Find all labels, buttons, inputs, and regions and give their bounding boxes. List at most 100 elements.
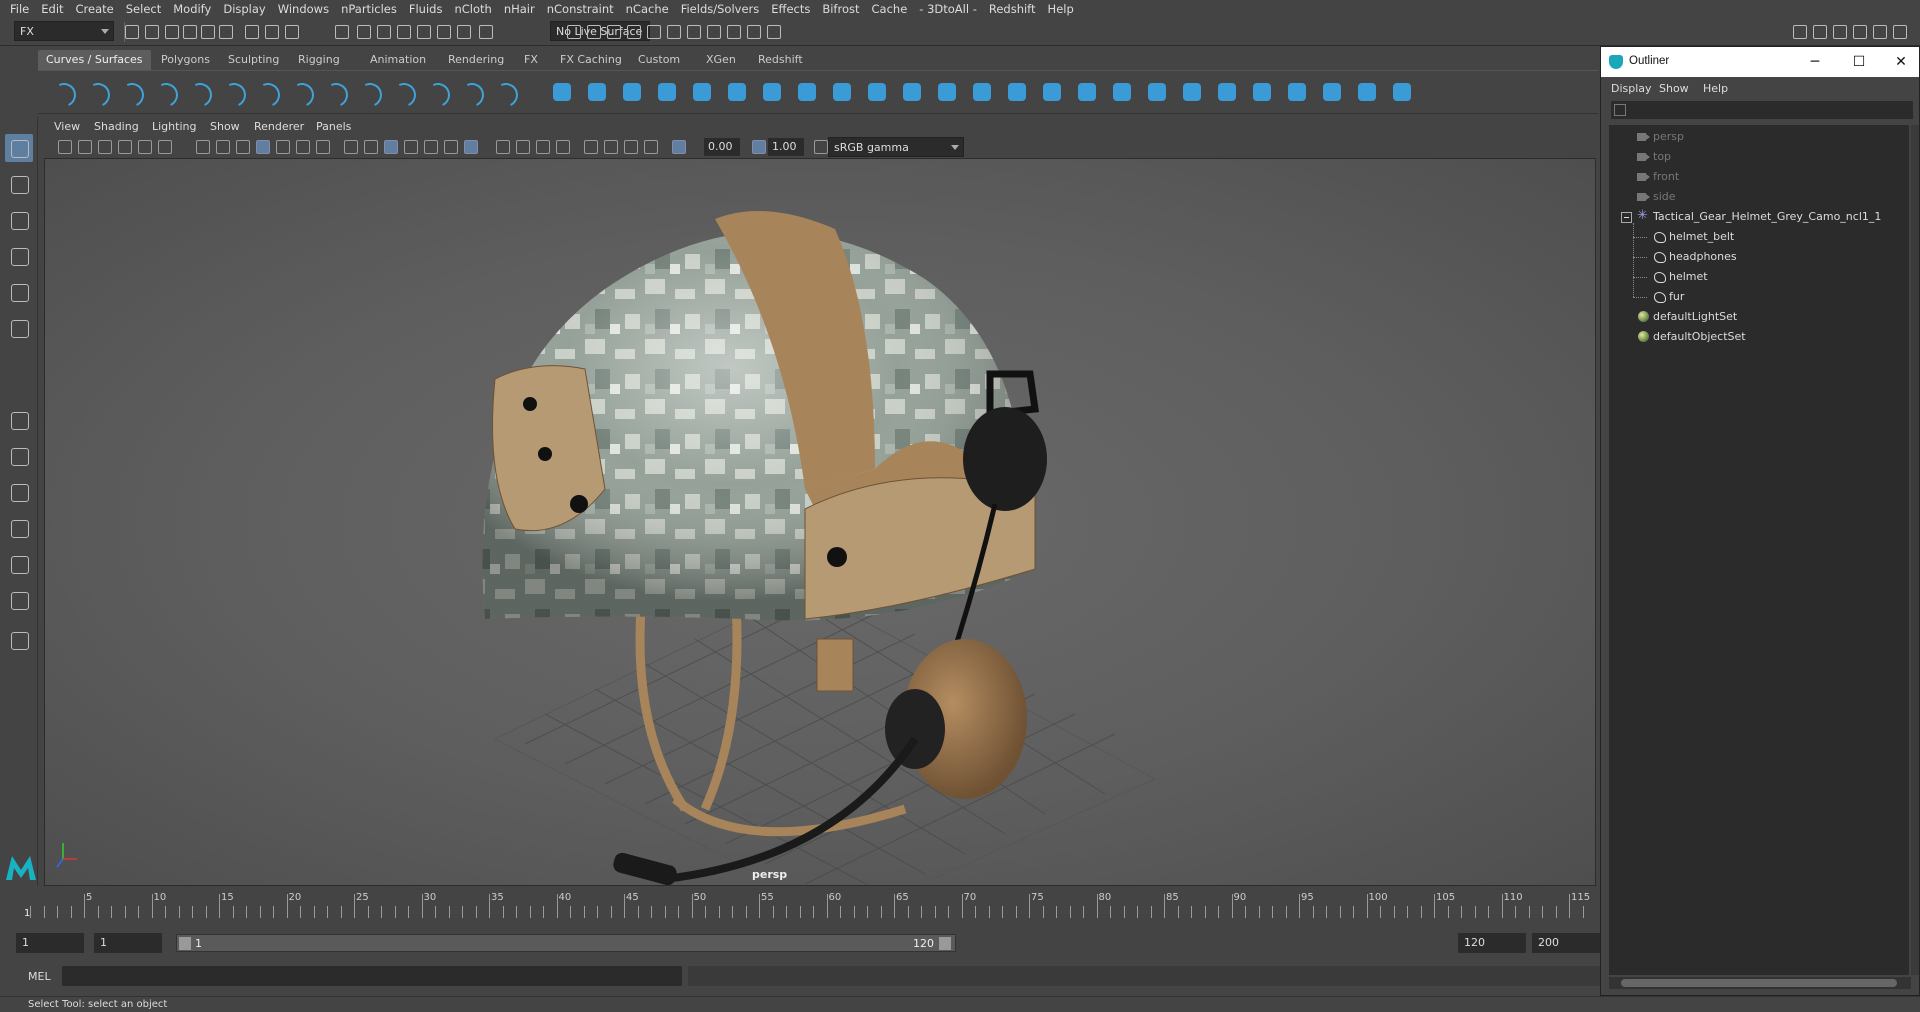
- nurbs-surface-tool-icon[interactable]: [1108, 80, 1136, 106]
- viewport-toggle-icon[interactable]: [256, 140, 270, 154]
- history-toggle-icon[interactable]: [476, 22, 494, 40]
- outliner-item-defaultobjectset[interactable]: defaultObjectSet: [1609, 327, 1909, 347]
- viewport-toggle-icon[interactable]: [78, 140, 92, 154]
- nurbs-curve-tool-icon[interactable]: [422, 80, 450, 106]
- nurbs-surface-tool-icon[interactable]: [688, 80, 716, 106]
- nurbs-surface-tool-icon[interactable]: [618, 80, 646, 106]
- viewport-toggle-icon[interactable]: [624, 140, 638, 154]
- nurbs-curve-tool-icon[interactable]: [320, 80, 348, 106]
- menu-item-ncache[interactable]: nCache: [620, 2, 675, 16]
- history-icon[interactable]: [216, 22, 234, 40]
- viewport-toggle-icon[interactable]: [814, 140, 828, 154]
- save-scene-icon[interactable]: [162, 22, 180, 40]
- snap-edge-icon[interactable]: [454, 22, 472, 40]
- viewport-toggle-icon[interactable]: [444, 140, 458, 154]
- nurbs-surface-tool-icon[interactable]: [1038, 80, 1066, 106]
- panel-menu-lighting[interactable]: Lighting: [152, 120, 196, 133]
- paint-select-tool-icon[interactable]: [5, 206, 33, 234]
- menu-item-fields-solvers[interactable]: Fields/Solvers: [675, 2, 766, 16]
- menu-item-edit[interactable]: Edit: [35, 2, 69, 16]
- playback-icon[interactable]: [764, 22, 782, 40]
- ipr-render-icon[interactable]: [644, 22, 662, 40]
- shelf-tab-curves-surfaces[interactable]: Curves / Surfaces: [38, 50, 151, 70]
- hypershade-layout-icon[interactable]: [5, 586, 33, 614]
- nurbs-surface-tool-icon[interactable]: [1353, 80, 1381, 106]
- menu-item-cache[interactable]: Cache: [866, 2, 914, 16]
- close-icon[interactable]: ✕: [1881, 51, 1920, 73]
- outliner-vertical-scrollbar[interactable]: [1911, 125, 1919, 975]
- nurbs-surface-tool-icon[interactable]: [1283, 80, 1311, 106]
- scrollbar-thumb[interactable]: [1621, 979, 1897, 987]
- viewport-toggle-icon[interactable]: [344, 140, 358, 154]
- range-end-handle[interactable]: [939, 937, 951, 950]
- viewport-toggle-icon[interactable]: [58, 140, 72, 154]
- viewport-toggle-icon[interactable]: [98, 140, 112, 154]
- nurbs-curve-tool-icon[interactable]: [388, 80, 416, 106]
- menu-item-ncloth[interactable]: nCloth: [448, 2, 497, 16]
- move-tool-icon[interactable]: [5, 242, 33, 270]
- shelf-tab-sculpting[interactable]: Sculpting: [220, 50, 287, 70]
- show-modeling-icon[interactable]: [1790, 22, 1808, 40]
- menu-item-create[interactable]: Create: [70, 2, 120, 16]
- animation-end-field[interactable]: 200: [1532, 933, 1600, 953]
- outliner-item-helmet-belt[interactable]: helmet_belt: [1609, 227, 1909, 247]
- snap-surface-icon[interactable]: [414, 22, 432, 40]
- viewport-toggle-icon[interactable]: [316, 140, 330, 154]
- menu-set-dropdown[interactable]: FX: [14, 21, 114, 41]
- outliner-item-helmet[interactable]: helmet: [1609, 267, 1909, 287]
- nurbs-surface-tool-icon[interactable]: [1318, 80, 1346, 106]
- script-language-label[interactable]: MEL: [28, 970, 51, 983]
- nurbs-surface-tool-icon[interactable]: [1248, 80, 1276, 106]
- nurbs-curve-tool-icon[interactable]: [150, 80, 178, 106]
- viewport-toggle-icon[interactable]: [644, 140, 658, 154]
- shelf-tab-animation[interactable]: Animation: [362, 50, 434, 70]
- nurbs-curve-tool-icon[interactable]: [252, 80, 280, 106]
- nurbs-surface-tool-icon[interactable]: [1003, 80, 1031, 106]
- shelf-tab-rendering[interactable]: Rendering: [440, 50, 512, 70]
- range-start-handle[interactable]: [179, 937, 191, 950]
- outliner-item-camera-front[interactable]: front: [1609, 167, 1909, 187]
- shelf-tab-polygons[interactable]: Polygons: [153, 50, 218, 70]
- viewport-toggle-icon[interactable]: [604, 140, 618, 154]
- viewport-toggle-icon[interactable]: [158, 140, 172, 154]
- nurbs-curve-tool-icon[interactable]: [116, 80, 144, 106]
- nurbs-surface-tool-icon[interactable]: [723, 80, 751, 106]
- show-channel-icon[interactable]: [1830, 22, 1848, 40]
- menu-item-nhair[interactable]: nHair: [498, 2, 541, 16]
- nurbs-curve-tool-icon[interactable]: [456, 80, 484, 106]
- shelf-tab-custom[interactable]: Custom: [630, 50, 688, 70]
- rotate-tool-icon[interactable]: [5, 278, 33, 306]
- snap-live-icon[interactable]: [434, 22, 452, 40]
- viewport-toggle-icon[interactable]: [236, 140, 250, 154]
- layout-options-icon[interactable]: [5, 626, 33, 654]
- snap-view-icon[interactable]: [394, 22, 412, 40]
- nurbs-surface-tool-icon[interactable]: [793, 80, 821, 106]
- viewport-toggle-icon[interactable]: [404, 140, 418, 154]
- viewport-toggle-icon[interactable]: [672, 140, 686, 154]
- redo-icon[interactable]: [198, 22, 216, 40]
- menu-item-redshift[interactable]: Redshift: [983, 2, 1042, 16]
- show-outliner-icon[interactable]: [1890, 22, 1908, 40]
- nurbs-surface-tool-icon[interactable]: [583, 80, 611, 106]
- nurbs-surface-tool-icon[interactable]: [968, 80, 996, 106]
- nurbs-curve-tool-icon[interactable]: [82, 80, 110, 106]
- nurbs-curve-tool-icon[interactable]: [286, 80, 314, 106]
- menu-item-modify[interactable]: Modify: [167, 2, 217, 16]
- nurbs-surface-tool-icon[interactable]: [1388, 80, 1416, 106]
- outliner-item-group[interactable]: ✳ Tactical_Gear_Helmet_Grey_Camo_ncl1_1: [1609, 207, 1909, 227]
- outliner-horizontal-scrollbar[interactable]: [1609, 977, 1911, 989]
- snap-point-icon[interactable]: [374, 22, 392, 40]
- viewport-toggle-icon[interactable]: [556, 140, 570, 154]
- menu-item-select[interactable]: Select: [120, 2, 167, 16]
- nurbs-curve-tool-icon[interactable]: [490, 80, 518, 106]
- panel-menu-shading[interactable]: Shading: [94, 120, 139, 133]
- menu-item-effects[interactable]: Effects: [765, 2, 816, 16]
- nurbs-curve-tool-icon[interactable]: [48, 80, 76, 106]
- new-scene-icon[interactable]: [122, 22, 140, 40]
- shelf-tab-fx-caching[interactable]: FX Caching: [552, 50, 630, 70]
- outliner-item-camera-top[interactable]: top: [1609, 147, 1909, 167]
- perspective-viewport[interactable]: [44, 158, 1596, 886]
- menu-item-bifrost[interactable]: Bifrost: [816, 2, 865, 16]
- animation-start-field[interactable]: 1: [16, 933, 84, 953]
- viewport-toggle-icon[interactable]: [364, 140, 378, 154]
